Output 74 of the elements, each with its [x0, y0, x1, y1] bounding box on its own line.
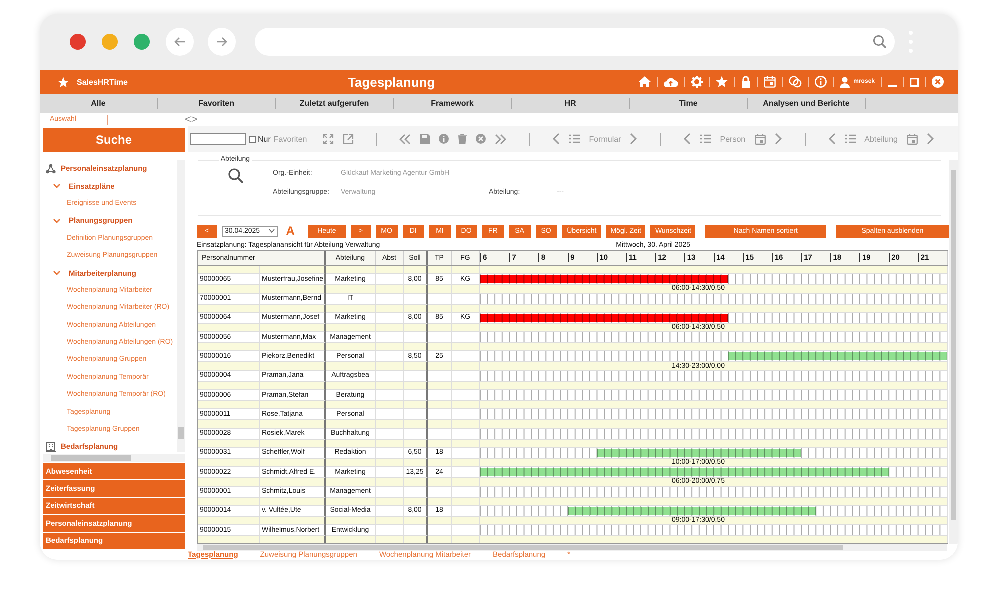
- building-icon: [46, 442, 56, 452]
- search-button[interactable]: Suche: [43, 128, 185, 152]
- expand-chevron-icon[interactable]: [53, 269, 61, 278]
- calendar-icon[interactable]: [906, 134, 918, 144]
- chat-icon[interactable]: [788, 76, 802, 88]
- maximize-icon[interactable]: [910, 78, 919, 86]
- lock-icon[interactable]: [740, 76, 751, 88]
- app-title: Tagesplanung: [347, 74, 436, 90]
- trash-icon[interactable]: [458, 134, 468, 144]
- checkbox[interactable]: [249, 136, 256, 142]
- menu-item[interactable]: Alle: [40, 98, 158, 109]
- checkbox-hint: Favoriten: [274, 134, 308, 144]
- window-zoom-button[interactable]: [134, 34, 150, 50]
- shift-bar[interactable]: [480, 314, 728, 322]
- save-icon[interactable]: [420, 134, 430, 144]
- menu-item[interactable]: Zuletzt aufgerufen: [276, 98, 394, 109]
- window-close-button[interactable]: [70, 34, 86, 50]
- chevron-right-icon[interactable]: [926, 133, 935, 145]
- scrollbar[interactable]: [197, 544, 947, 552]
- star-logo-icon: [58, 76, 69, 88]
- chevron-left-icon[interactable]: [828, 133, 836, 145]
- shift-bar[interactable]: [568, 506, 816, 515]
- forward-button[interactable]: [208, 28, 236, 56]
- checkbox-label: Nur: [258, 134, 271, 144]
- user-icon[interactable]: [840, 76, 850, 88]
- navigator-label: Abteilung: [864, 134, 898, 144]
- shift-bar[interactable]: [728, 352, 947, 360]
- menu-item[interactable]: HR: [512, 98, 630, 109]
- back-button[interactable]: [166, 28, 194, 56]
- search-icon[interactable]: [873, 35, 887, 49]
- shift-bar[interactable]: [480, 468, 889, 476]
- navigator-label: Person: [720, 134, 746, 144]
- search-field[interactable]: [190, 133, 246, 145]
- scrollbar[interactable]: [949, 160, 958, 544]
- history-navigation[interactable]: <>: [185, 114, 198, 124]
- menu-item[interactable]: Time: [630, 98, 748, 109]
- settings-icon[interactable]: [690, 76, 703, 88]
- list-icon[interactable]: [700, 134, 712, 144]
- menu-item[interactable]: Favoriten: [158, 98, 276, 109]
- chevron-right-icon[interactable]: [630, 133, 638, 145]
- navigator-label: Formular: [589, 134, 622, 144]
- close-icon[interactable]: [932, 76, 944, 88]
- list-icon[interactable]: [569, 134, 580, 144]
- dropdown-caret-icon: [269, 229, 276, 233]
- calendar-icon[interactable]: [754, 134, 766, 144]
- hierarchy-icon: [46, 164, 56, 174]
- chevron-left-icon[interactable]: [683, 133, 692, 145]
- star-icon[interactable]: [716, 76, 728, 88]
- chevron-right-icon[interactable]: [774, 133, 783, 145]
- home-icon[interactable]: [638, 76, 651, 88]
- cloud-icon[interactable]: [664, 76, 678, 88]
- double-left-icon[interactable]: [399, 134, 412, 144]
- info-icon[interactable]: [814, 76, 827, 88]
- expand-chevron-icon[interactable]: [53, 182, 61, 190]
- arrow-left-icon: [174, 36, 186, 48]
- search-icon[interactable]: [228, 168, 244, 184]
- cancel-icon[interactable]: [476, 134, 486, 144]
- expand-chevron-icon[interactable]: [53, 216, 61, 225]
- shift-bar[interactable]: [480, 275, 728, 284]
- menu-item[interactable]: Analysen und Berichte: [748, 98, 866, 109]
- app-brand: SalesHRTime: [77, 78, 128, 86]
- chevron-left-icon[interactable]: [552, 133, 560, 145]
- scrollbar[interactable]: [43, 454, 185, 462]
- mode-label[interactable]: A: [286, 224, 295, 238]
- shift-bar[interactable]: [596, 448, 802, 457]
- double-right-icon[interactable]: [495, 134, 508, 144]
- fullscreen-icon[interactable]: [323, 134, 334, 144]
- list-icon[interactable]: [844, 134, 856, 144]
- arrow-right-icon: [216, 36, 228, 48]
- scrollbar[interactable]: [177, 160, 185, 452]
- info-icon[interactable]: [439, 134, 450, 144]
- external-link-icon[interactable]: [343, 134, 354, 144]
- menu-item[interactable]: Framework: [394, 98, 512, 109]
- window-minimize-button[interactable]: [102, 34, 118, 50]
